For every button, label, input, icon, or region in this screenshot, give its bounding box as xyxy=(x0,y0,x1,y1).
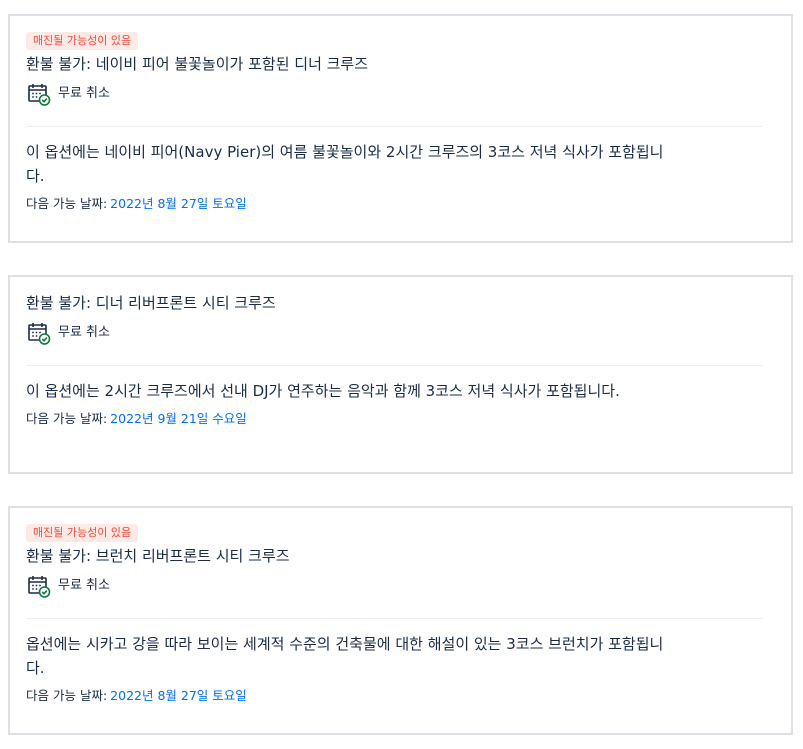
next-available-date: 다음 가능 날짜: 2022년 8월 27일 토요일 xyxy=(26,686,775,706)
free-cancellation-label: 무료 취소 xyxy=(58,578,110,593)
next-available-label: 다음 가능 날짜: xyxy=(26,196,108,211)
option-description: 이 옵션에는 네이비 피어(Navy Pier)의 여름 불꽃놀이와 2시간 크… xyxy=(26,143,664,185)
free-cancellation-row: 무료 취소 xyxy=(26,82,775,106)
next-available-date-value[interactable]: 2022년 8월 27일 토요일 xyxy=(110,688,247,703)
free-cancellation-label: 무료 취소 xyxy=(58,325,110,340)
calendar-check-icon xyxy=(27,321,51,345)
divider xyxy=(26,618,763,619)
divider xyxy=(26,365,763,366)
free-cancellation-row: 무료 취소 xyxy=(26,574,775,598)
likely-to-sell-out-badge: 매진될 가능성이 있음 xyxy=(26,524,139,542)
option-card[interactable]: 매진될 가능성이 있음 환불 불가: 브런치 리버프론트 시티 크루즈 무료 취… xyxy=(8,506,793,735)
option-description: 이 옵션에는 2시간 크루즈에서 선내 DJ가 연주하는 음악과 함께 3코스 … xyxy=(26,382,620,400)
calendar-check-icon xyxy=(27,82,51,106)
option-title[interactable]: 환불 불가: 디너 리버프론트 시티 크루즈 xyxy=(26,292,775,314)
likely-to-sell-out-badge: 매진될 가능성이 있음 xyxy=(26,32,139,50)
divider xyxy=(26,126,763,127)
option-title[interactable]: 환불 불가: 네이비 피어 불꽃놀이가 포함된 디너 크루즈 xyxy=(26,53,775,75)
next-available-date-value[interactable]: 2022년 8월 27일 토요일 xyxy=(110,196,247,211)
option-description: 옵션에는 시카고 강을 따라 보이는 세계적 수준의 건축물에 대한 해설이 있… xyxy=(26,635,664,677)
option-card[interactable]: 매진될 가능성이 있음 환불 불가: 네이비 피어 불꽃놀이가 포함된 디너 크… xyxy=(8,14,793,243)
next-available-date: 다음 가능 날짜: 2022년 8월 27일 토요일 xyxy=(26,194,775,214)
calendar-check-icon xyxy=(27,574,51,598)
free-cancellation-row: 무료 취소 xyxy=(26,321,775,345)
option-title[interactable]: 환불 불가: 브런치 리버프론트 시티 크루즈 xyxy=(26,545,775,567)
next-available-label: 다음 가능 날짜: xyxy=(26,411,108,426)
option-card[interactable]: 환불 불가: 디너 리버프론트 시티 크루즈 무료 취소 이 옵션에는 2시간 … xyxy=(8,275,793,474)
next-available-label: 다음 가능 날짜: xyxy=(26,688,108,703)
next-available-date-value[interactable]: 2022년 9월 21일 수요일 xyxy=(110,411,247,426)
next-available-date: 다음 가능 날짜: 2022년 9월 21일 수요일 xyxy=(26,409,775,429)
free-cancellation-label: 무료 취소 xyxy=(58,86,110,101)
